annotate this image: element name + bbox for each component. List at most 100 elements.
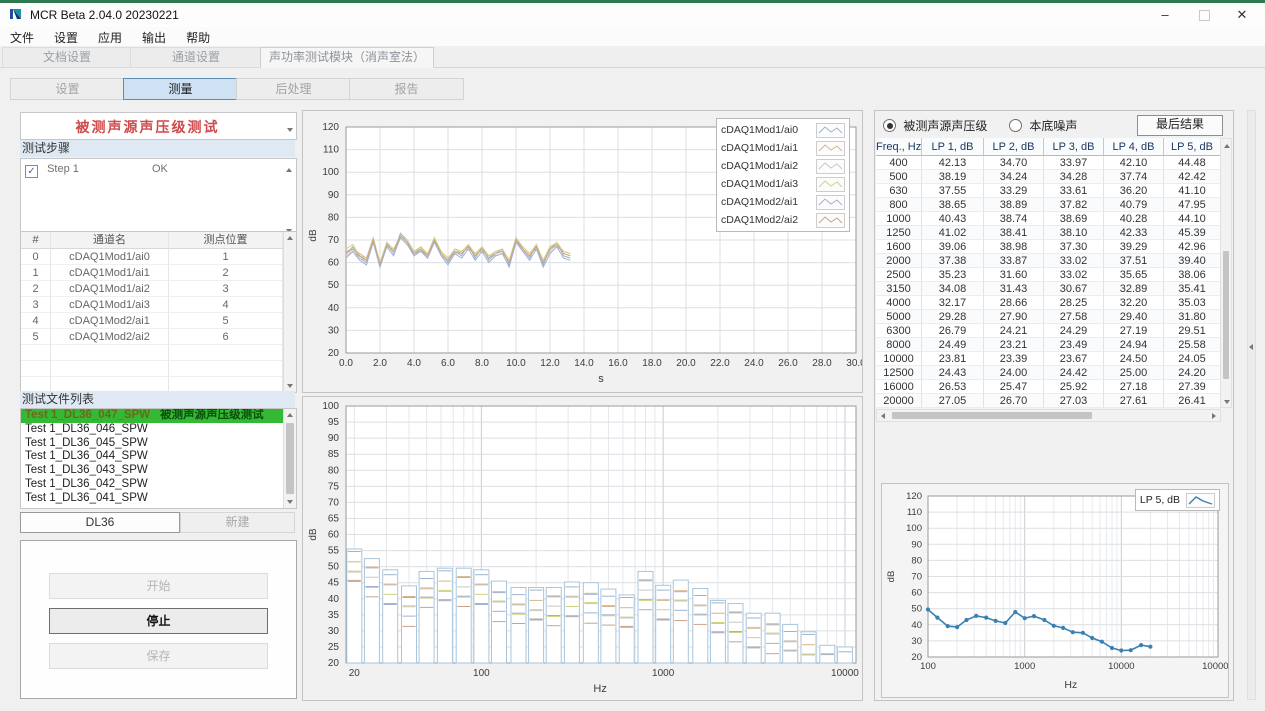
table-row[interactable]: 800024.4923.2123.4924.9425.58 — [876, 338, 1221, 352]
svg-text:10.0: 10.0 — [506, 358, 526, 369]
file-list-scrollbar[interactable] — [283, 409, 296, 508]
main-tab[interactable]: 文档设置 — [2, 47, 132, 68]
list-item[interactable]: Test 1_DL36_044_SPW — [21, 450, 296, 464]
table-row[interactable]: 200037.3833.8733.0237.5139.40 — [876, 254, 1221, 268]
table-row[interactable]: 160039.0638.9837.3039.2942.96 — [876, 240, 1221, 254]
table-row[interactable]: 2cDAQ1Mod1/ai23 — [21, 281, 296, 297]
new-button[interactable]: 新建 — [180, 512, 295, 533]
save-button[interactable]: 保存 — [49, 643, 268, 669]
menu-item[interactable]: 文件 — [0, 27, 44, 48]
table-row[interactable]: 5cDAQ1Mod2/ai26 — [21, 329, 296, 345]
scroll-down-icon[interactable] — [284, 496, 296, 508]
start-button[interactable]: 开始 — [49, 573, 268, 599]
sub-tab[interactable]: 后处理 — [236, 78, 351, 100]
table-cell: 45.39 — [1164, 226, 1221, 240]
sub-tab[interactable]: 报告 — [349, 78, 464, 100]
minimize-button[interactable]: – — [1150, 5, 1180, 25]
hscroll-thumb[interactable] — [892, 412, 1092, 419]
table-row[interactable]: 63037.5533.2933.6136.2041.10 — [876, 184, 1221, 198]
step-item[interactable]: ✓ Step 1 OK — [25, 163, 168, 178]
spectrum-chart: 2030405060708090100110120100100010000100… — [882, 484, 1228, 700]
scroll-up-icon[interactable] — [284, 161, 294, 169]
table-vscrollbar[interactable] — [1220, 138, 1232, 408]
table-cell: 37.74 — [1104, 170, 1164, 184]
table-row[interactable]: 0cDAQ1Mod1/ai01 — [21, 249, 296, 265]
step-checkbox[interactable]: ✓ — [25, 165, 38, 178]
legend-item: cDAQ1Mod1/ai1 — [721, 139, 845, 157]
table-row[interactable]: 2000027.0526.7027.0327.6126.41 — [876, 394, 1221, 408]
table-row[interactable]: 80038.6538.8937.8240.7947.95 — [876, 198, 1221, 212]
table-cell: 3150 — [876, 282, 922, 296]
channel-table-scrollbar[interactable] — [283, 232, 296, 392]
list-item[interactable]: Test 1_DL36_046_SPW — [21, 423, 296, 437]
scroll-left-icon[interactable] — [877, 410, 889, 422]
table-row[interactable]: 3cDAQ1Mod1/ai34 — [21, 297, 296, 313]
scroll-down-icon[interactable] — [1221, 395, 1233, 407]
close-button[interactable]: ✕ — [1227, 5, 1257, 25]
table-row[interactable]: 1600026.5325.4725.9227.1827.39 — [876, 380, 1221, 394]
svg-text:100: 100 — [473, 668, 490, 679]
svg-text:16.0: 16.0 — [608, 358, 628, 369]
menu-item[interactable]: 帮助 — [176, 27, 220, 48]
table-row[interactable]: 630026.7924.2124.2927.1929.51 — [876, 324, 1221, 338]
table-row[interactable]: 315034.0831.4330.6732.8935.41 — [876, 282, 1221, 296]
table-cell: 3 — [169, 281, 283, 297]
list-item[interactable]: Test 1_DL36_042_SPW — [21, 478, 296, 492]
table-row[interactable]: 1cDAQ1Mod1/ai12 — [21, 265, 296, 281]
vscroll-thumb[interactable] — [286, 423, 294, 494]
scroll-down-icon[interactable] — [284, 222, 294, 230]
svg-text:30: 30 — [328, 325, 340, 336]
table-row[interactable]: 400032.1728.6628.2532.2035.03 — [876, 296, 1221, 310]
menu-item[interactable]: 输出 — [132, 27, 176, 48]
scroll-right-icon[interactable] — [1208, 410, 1220, 422]
menu-item[interactable]: 应用 — [88, 27, 132, 48]
sub-tab[interactable]: 测量 — [123, 78, 238, 100]
table-row[interactable]: 40042.1334.7033.9742.1044.48 — [876, 156, 1221, 170]
list-item[interactable]: Test 1_DL36_043_SPW — [21, 464, 296, 478]
sub-tab[interactable]: 设置 — [10, 78, 125, 100]
table-row[interactable] — [21, 345, 296, 361]
table-cell: 27.61 — [1104, 394, 1164, 408]
svg-text:80: 80 — [328, 212, 340, 223]
scroll-up-icon[interactable] — [284, 232, 296, 244]
table-row[interactable]: 100040.4338.7438.6940.2844.10 — [876, 212, 1221, 226]
dl36-button[interactable]: DL36 — [20, 512, 180, 533]
table-cell: 30.67 — [1044, 282, 1104, 296]
radio-background-noise[interactable]: 本底噪声 — [1009, 117, 1077, 134]
list-item[interactable]: Test 1_DL36_045_SPW — [21, 437, 296, 451]
maximize-button[interactable] — [1189, 5, 1219, 25]
main-tab[interactable]: 通道设置 — [130, 47, 262, 68]
scroll-up-icon[interactable] — [1221, 139, 1233, 151]
svg-text:90: 90 — [911, 539, 922, 550]
table-cell: 20000 — [876, 394, 922, 408]
radio-source-level[interactable]: 被测声源声压级 — [883, 117, 987, 134]
table-row[interactable] — [21, 361, 296, 377]
table-row[interactable]: 4cDAQ1Mod2/ai15 — [21, 313, 296, 329]
list-item-selected[interactable]: Test 1_DL36_047_SPW被测声源声压级测试 — [21, 409, 296, 423]
scroll-up-icon[interactable] — [284, 409, 296, 421]
list-item[interactable]: Test 1_DL36_041_SPW — [21, 492, 296, 506]
table-row[interactable]: 50038.1934.2434.2837.7442.42 — [876, 170, 1221, 184]
table-row[interactable]: 500029.2827.9027.5829.4031.80 — [876, 310, 1221, 324]
menu-item[interactable]: 设置 — [44, 27, 88, 48]
svg-text:dB: dB — [308, 528, 319, 541]
legend-line-icon — [1186, 493, 1215, 508]
table-row[interactable]: 1000023.8123.3923.6724.5024.05 — [876, 352, 1221, 366]
svg-text:110: 110 — [907, 507, 922, 518]
stop-button[interactable]: 停止 — [49, 608, 268, 634]
panel-splitter[interactable] — [1247, 110, 1256, 700]
test-type-dropdown[interactable]: 被测声源声压级测试 — [20, 112, 297, 140]
results-panel: 被测声源声压级 本底噪声 最后结果 Freq., HzLP 1, dBLP 2,… — [874, 110, 1234, 701]
table-row[interactable]: 250035.2331.6033.0235.6538.06 — [876, 268, 1221, 282]
final-result-button[interactable]: 最后结果 — [1137, 115, 1223, 136]
table-cell: 38.98 — [984, 240, 1044, 254]
menu-bar: 文件设置应用输出帮助 — [0, 27, 1265, 47]
table-row[interactable]: 1250024.4324.0024.4225.0024.20 — [876, 366, 1221, 380]
table-hscrollbar[interactable] — [876, 409, 1221, 422]
vscroll-thumb[interactable] — [1223, 251, 1229, 379]
table-row[interactable]: 125041.0238.4138.1042.3345.39 — [876, 226, 1221, 240]
legend-label: cDAQ1Mod1/ai0 — [721, 124, 798, 136]
main-tab[interactable]: 声功率测试模块（消声室法） — [260, 47, 434, 68]
table-cell: 32.20 — [1104, 296, 1164, 310]
time-chart-legend: cDAQ1Mod1/ai0cDAQ1Mod1/ai1cDAQ1Mod1/ai2c… — [716, 118, 850, 232]
